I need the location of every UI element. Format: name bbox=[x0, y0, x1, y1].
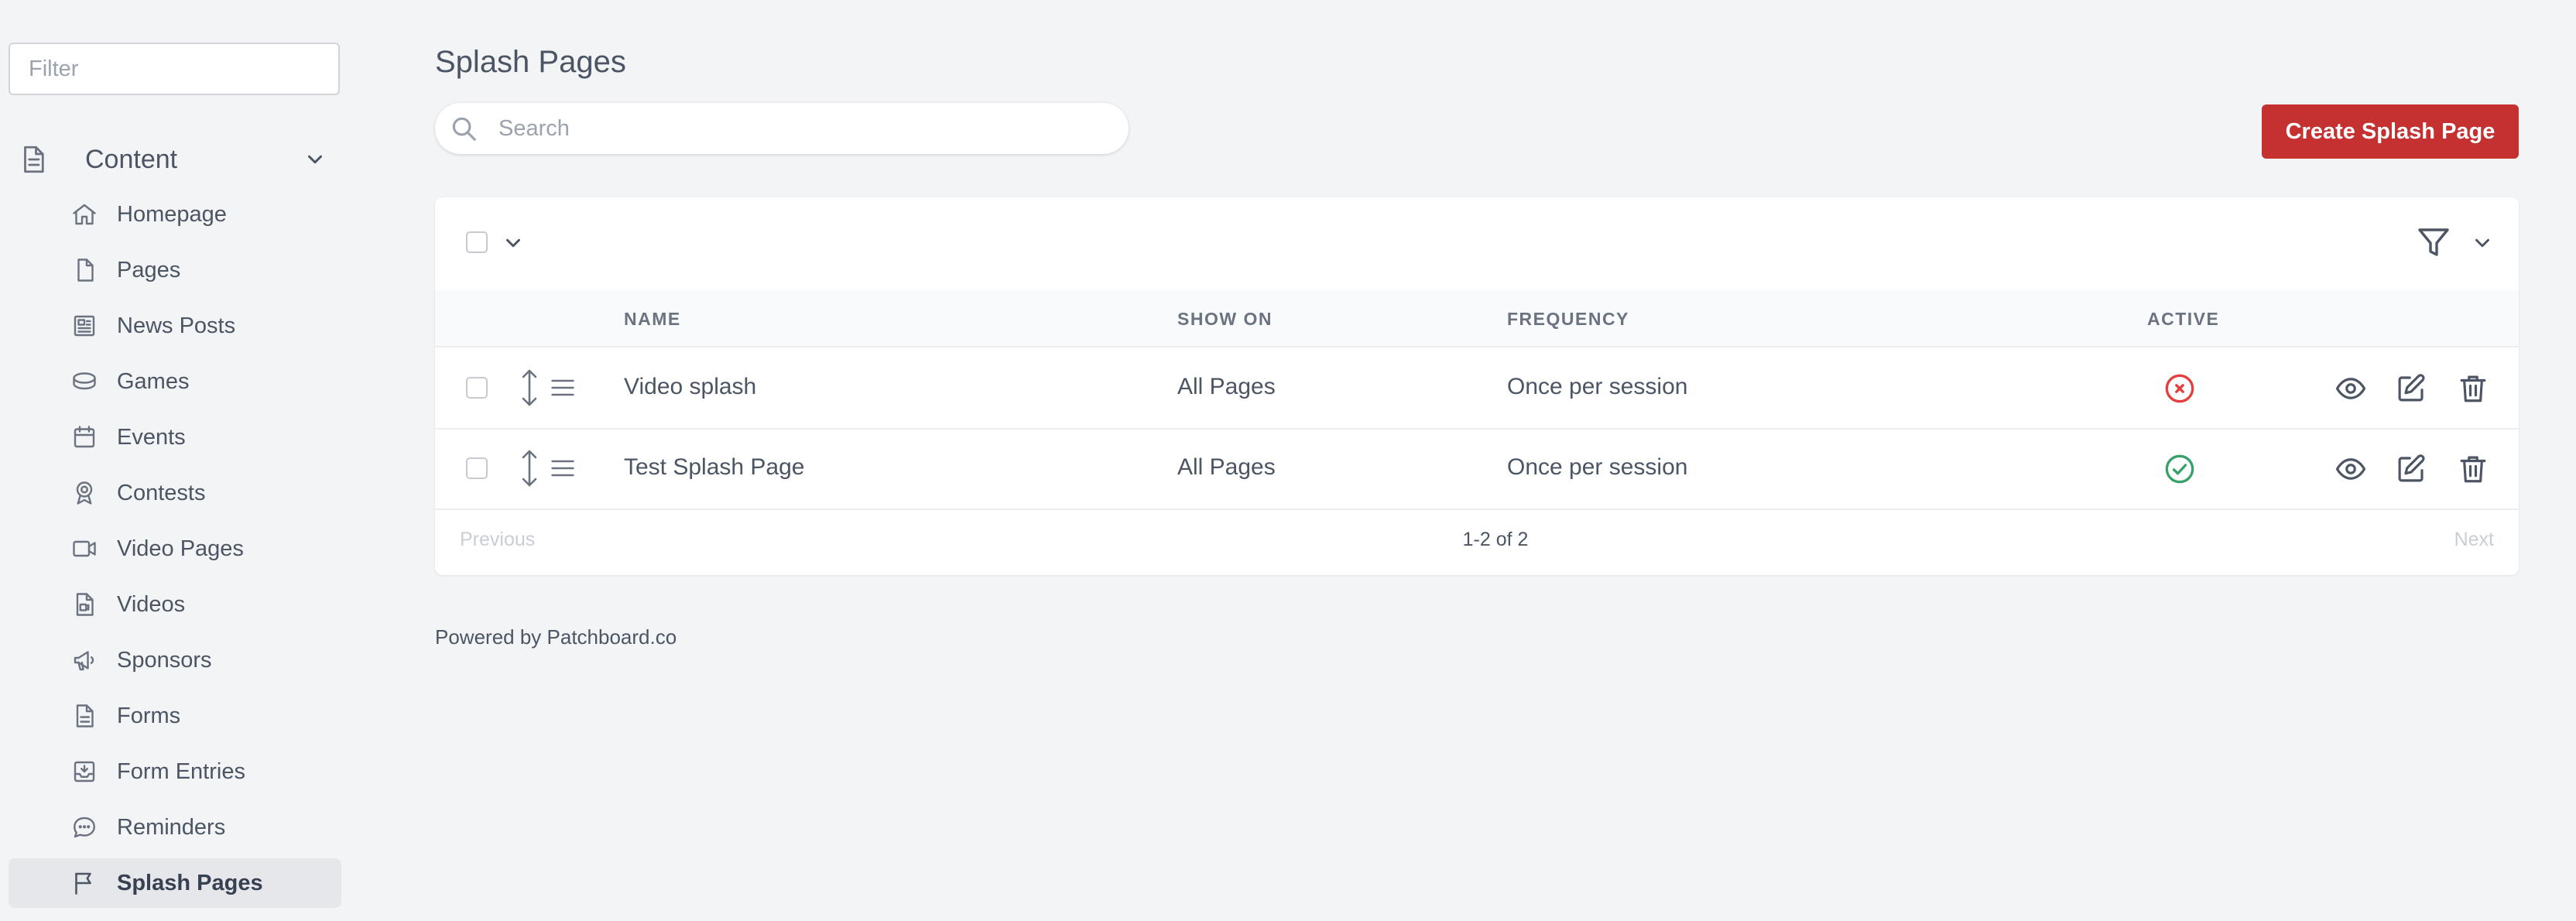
delete-trash-icon[interactable] bbox=[2457, 372, 2489, 405]
video-camera-icon bbox=[73, 540, 96, 557]
table-row[interactable]: Test Splash Page All Pages Once per sess… bbox=[435, 428, 2519, 510]
sort-handle-icon[interactable] bbox=[516, 368, 543, 408]
active-check-circle-icon bbox=[2165, 454, 2194, 484]
database-icon bbox=[73, 372, 96, 390]
table-toolbar bbox=[435, 197, 2519, 292]
column-header-frequency[interactable]: FREQUENCY bbox=[1507, 309, 1629, 330]
edit-pencil-icon[interactable] bbox=[2395, 372, 2427, 405]
view-eye-icon[interactable] bbox=[2334, 372, 2367, 405]
create-splash-page-button[interactable]: Create Splash Page bbox=[2262, 104, 2519, 159]
chevron-down-icon[interactable] bbox=[2471, 231, 2494, 255]
sidebar-section-content[interactable]: Content bbox=[17, 138, 334, 181]
chevron-down-icon[interactable] bbox=[303, 148, 327, 171]
chat-icon bbox=[74, 817, 95, 838]
chevron-down-icon[interactable] bbox=[502, 231, 525, 255]
flag-icon bbox=[75, 872, 91, 895]
sidebar-item-videos[interactable]: Videos bbox=[9, 580, 341, 629]
row-name: Video splash bbox=[624, 374, 757, 399]
sidebar-item-label: Sponsors bbox=[117, 647, 212, 673]
powered-by-footer: Powered by Patchboard.co bbox=[435, 625, 677, 649]
row-frequency: Once per session bbox=[1507, 454, 1688, 480]
sidebar-item-homepage[interactable]: Homepage bbox=[9, 190, 341, 239]
sidebar-item-label: Splash Pages bbox=[117, 870, 263, 895]
file-icon bbox=[77, 258, 94, 282]
sidebar-item-pages[interactable]: Pages bbox=[9, 245, 341, 295]
badge-icon bbox=[76, 481, 93, 505]
sidebar-item-form-entries[interactable]: Form Entries bbox=[9, 747, 341, 796]
search-input[interactable] bbox=[497, 115, 1104, 142]
sidebar-item-label: Pages bbox=[117, 257, 181, 282]
inactive-x-circle-icon bbox=[2165, 374, 2194, 403]
edit-pencil-icon[interactable] bbox=[2395, 453, 2427, 485]
column-header-name[interactable]: NAME bbox=[624, 309, 681, 330]
sidebar-item-label: Form Entries bbox=[117, 758, 245, 784]
row-name: Test Splash Page bbox=[624, 454, 805, 480]
filter-icon[interactable] bbox=[2415, 224, 2452, 261]
sidebar-item-label: Forms bbox=[117, 703, 181, 728]
calendar-icon bbox=[74, 426, 95, 448]
sidebar-item-reminders[interactable]: Reminders bbox=[9, 803, 341, 852]
row-checkbox[interactable] bbox=[466, 377, 488, 399]
table-row[interactable]: Video splash All Pages Once per session bbox=[435, 348, 2519, 430]
sidebar-item-contests[interactable]: Contests bbox=[9, 468, 341, 518]
sidebar-section-title: Content bbox=[85, 144, 178, 174]
sidebar-item-forms[interactable]: Forms bbox=[9, 691, 341, 741]
sidebar-item-label: Games bbox=[117, 368, 190, 394]
sidebar-item-events[interactable]: Events bbox=[9, 413, 341, 462]
sidebar-item-video-pages[interactable]: Video Pages bbox=[9, 524, 341, 573]
sidebar-item-games[interactable]: Games bbox=[9, 357, 341, 406]
home-icon bbox=[73, 204, 96, 225]
row-frequency: Once per session bbox=[1507, 374, 1688, 399]
search-bar bbox=[435, 103, 1129, 154]
sidebar-item-label: Homepage bbox=[117, 201, 227, 227]
sidebar-item-news-posts[interactable]: News Posts bbox=[9, 301, 341, 351]
sidebar-item-sponsors[interactable]: Sponsors bbox=[9, 635, 341, 685]
row-checkbox[interactable] bbox=[466, 457, 488, 479]
sidebar-item-splash-pages[interactable]: Splash Pages bbox=[9, 858, 341, 908]
document-text-icon bbox=[76, 704, 94, 728]
select-all-checkbox[interactable] bbox=[466, 231, 488, 253]
table-header: NAME SHOW ON FREQUENCY ACTIVE bbox=[435, 290, 2519, 348]
page-title: Splash Pages bbox=[435, 45, 626, 79]
view-eye-icon[interactable] bbox=[2334, 453, 2367, 485]
megaphone-icon bbox=[74, 651, 94, 671]
sidebar-filter-input[interactable] bbox=[9, 43, 340, 95]
pagination-next[interactable]: Next bbox=[2454, 529, 2494, 551]
drag-handle-icon[interactable] bbox=[548, 374, 577, 402]
row-show-on: All Pages bbox=[1177, 454, 1276, 480]
pagination: Previous 1-2 of 2 Next bbox=[435, 507, 2519, 575]
splash-pages-table: NAME SHOW ON FREQUENCY ACTIVE Video spla… bbox=[435, 197, 2519, 575]
drag-handle-icon[interactable] bbox=[548, 454, 577, 482]
sidebar-item-label: Video Pages bbox=[117, 536, 244, 561]
sidebar-item-label: News Posts bbox=[117, 313, 236, 338]
column-header-active[interactable]: ACTIVE bbox=[2147, 309, 2219, 330]
sidebar-item-label: Contests bbox=[117, 480, 206, 505]
sidebar-item-label: Events bbox=[117, 424, 186, 450]
sidebar-item-label: Reminders bbox=[117, 814, 226, 840]
pagination-info: 1-2 of 2 bbox=[1462, 529, 1529, 550]
sort-handle-icon[interactable] bbox=[516, 448, 543, 488]
column-header-show-on[interactable]: SHOW ON bbox=[1177, 309, 1273, 330]
sidebar: Content Homepage Pages News Posts Games … bbox=[0, 0, 348, 921]
document-icon bbox=[24, 146, 44, 173]
video-file-icon bbox=[76, 593, 94, 616]
delete-trash-icon[interactable] bbox=[2457, 453, 2489, 485]
row-show-on: All Pages bbox=[1177, 374, 1276, 399]
inbox-icon bbox=[74, 761, 95, 782]
newspaper-icon bbox=[74, 315, 95, 337]
search-icon bbox=[452, 117, 476, 141]
sidebar-item-label: Videos bbox=[117, 591, 186, 617]
